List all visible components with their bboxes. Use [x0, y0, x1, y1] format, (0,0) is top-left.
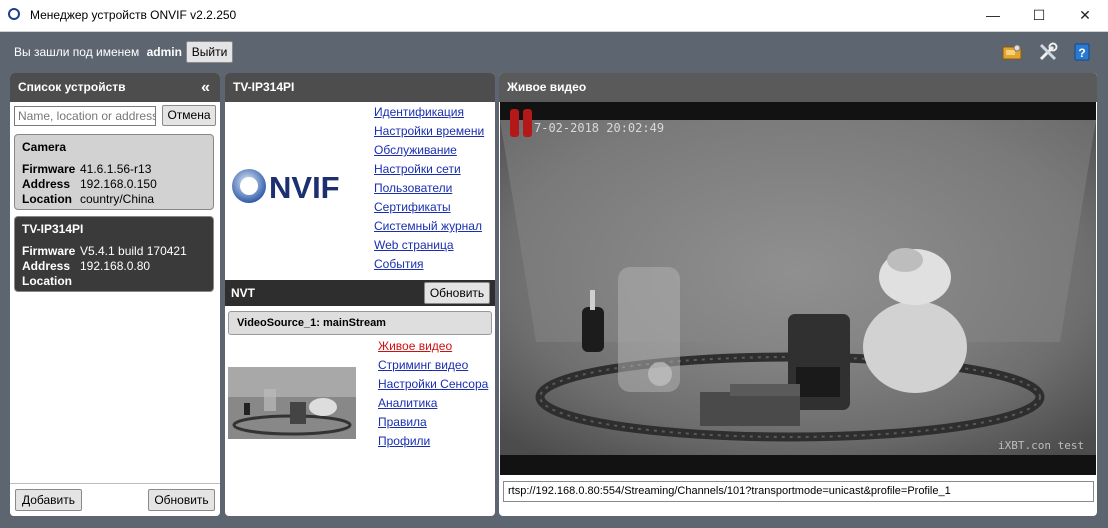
- close-button[interactable]: ✕: [1062, 0, 1108, 31]
- cancel-search-button[interactable]: Отмена: [162, 105, 216, 126]
- nvt-menu-link[interactable]: Правила: [378, 415, 427, 429]
- tools-icon[interactable]: [1038, 42, 1058, 62]
- device-panel-header: TV-IP314PI: [225, 73, 495, 102]
- window-title: Менеджер устройств ONVIF v2.2.250: [30, 8, 237, 22]
- device-menu-link[interactable]: Системный журнал: [374, 219, 482, 233]
- video-thumbnail[interactable]: [228, 367, 356, 439]
- logout-button[interactable]: Выйти: [186, 41, 233, 63]
- nvt-menu-link[interactable]: Живое видео: [378, 339, 452, 353]
- devices-panel-header: Список устройств «: [10, 73, 220, 102]
- title-bar: Менеджер устройств ONVIF v2.2.250 — ☐ ✕: [0, 0, 1108, 32]
- help-icon[interactable]: ?: [1072, 42, 1092, 62]
- nvt-menu-link[interactable]: Настройки Сенсора: [378, 377, 488, 391]
- location-label: Location: [22, 274, 72, 288]
- device-menu-link[interactable]: События: [374, 257, 424, 271]
- nvt-menu-link[interactable]: Стриминг видео: [378, 358, 468, 372]
- address-label: Address: [22, 177, 71, 191]
- login-prefix: Вы зашли под именем: [14, 45, 140, 59]
- device-menu-link[interactable]: Обслуживание: [374, 143, 457, 157]
- maximize-button[interactable]: ☐: [1016, 0, 1062, 31]
- devices-footer: Добавить Обновить: [10, 483, 220, 516]
- device-menu-link[interactable]: Идентификация: [374, 105, 464, 119]
- onvif-logo-text: NVIF: [269, 170, 340, 205]
- app-icon: [8, 8, 20, 20]
- video-timestamp: 7-02-2018 20:02:49: [534, 121, 664, 135]
- firmware-label: Firmware: [22, 162, 76, 176]
- nvt-label: NVT: [231, 286, 255, 300]
- device-menu-link[interactable]: Настройки сети: [374, 162, 461, 176]
- nvt-menu-link[interactable]: Аналитика: [378, 396, 437, 410]
- device-menu-link[interactable]: Web страница: [374, 238, 454, 252]
- add-device-button[interactable]: Добавить: [15, 489, 82, 511]
- device-location: country/China: [80, 192, 155, 206]
- device-name: TV-IP314PI: [22, 222, 84, 236]
- network-icon[interactable]: [1002, 42, 1022, 62]
- live-video-player[interactable]: 7-02-2018 20:02:49 iXBT.con test: [500, 102, 1096, 475]
- nvt-menu-link[interactable]: Профили: [378, 434, 430, 448]
- devices-panel: Список устройств « Name, location or add…: [10, 73, 220, 516]
- device-panel: TV-IP314PI NVIF Идентификация Настройки в…: [225, 73, 495, 516]
- login-info: Вы зашли под именем admin: [14, 45, 182, 59]
- device-card-camera[interactable]: Camera Firmware 41.6.1.56-r13 Address 192.…: [14, 134, 214, 210]
- firmware-label: Firmware: [22, 244, 76, 258]
- device-card-tv-ip314pi[interactable]: TV-IP314PI Firmware V5.4.1 build 170421 A…: [14, 216, 214, 292]
- username: admin: [146, 45, 182, 59]
- onvif-logo: NVIF: [232, 169, 340, 205]
- video-watermark: iXBT.con test: [998, 439, 1084, 452]
- device-search-input[interactable]: Name, location or address: [14, 106, 156, 126]
- device-name: Camera: [22, 140, 67, 154]
- device-firmware: 41.6.1.56-r13: [80, 162, 152, 176]
- top-bar: Вы зашли под именем admin Выйти ?: [0, 32, 1108, 70]
- device-address: 192.168.0.150: [80, 177, 157, 191]
- minimize-button[interactable]: —: [970, 0, 1016, 31]
- rtsp-url-field[interactable]: rtsp://192.168.0.80:554/Streaming/Channe…: [503, 481, 1094, 502]
- devices-panel-title: Список устройств: [18, 80, 126, 94]
- live-video-title: Живое видео: [507, 80, 587, 94]
- device-menu-link[interactable]: Сертификаты: [374, 200, 451, 214]
- address-label: Address: [22, 259, 71, 273]
- video-source-header[interactable]: VideoSource_1: mainStream: [228, 311, 492, 335]
- device-firmware: V5.4.1 build 170421: [80, 244, 187, 258]
- svg-text:?: ?: [1078, 46, 1085, 60]
- device-address: 192.168.0.80: [80, 259, 151, 273]
- device-panel-title: TV-IP314PI: [233, 80, 295, 94]
- live-video-header: Живое видео: [499, 73, 1097, 102]
- device-menu-link[interactable]: Пользователи: [374, 181, 452, 195]
- device-menu-link[interactable]: Настройки времени: [374, 124, 484, 138]
- location-label: Location: [22, 192, 72, 206]
- collapse-icon[interactable]: «: [201, 73, 210, 102]
- nvt-refresh-button[interactable]: Обновить: [424, 282, 490, 304]
- refresh-devices-button[interactable]: Обновить: [148, 489, 215, 511]
